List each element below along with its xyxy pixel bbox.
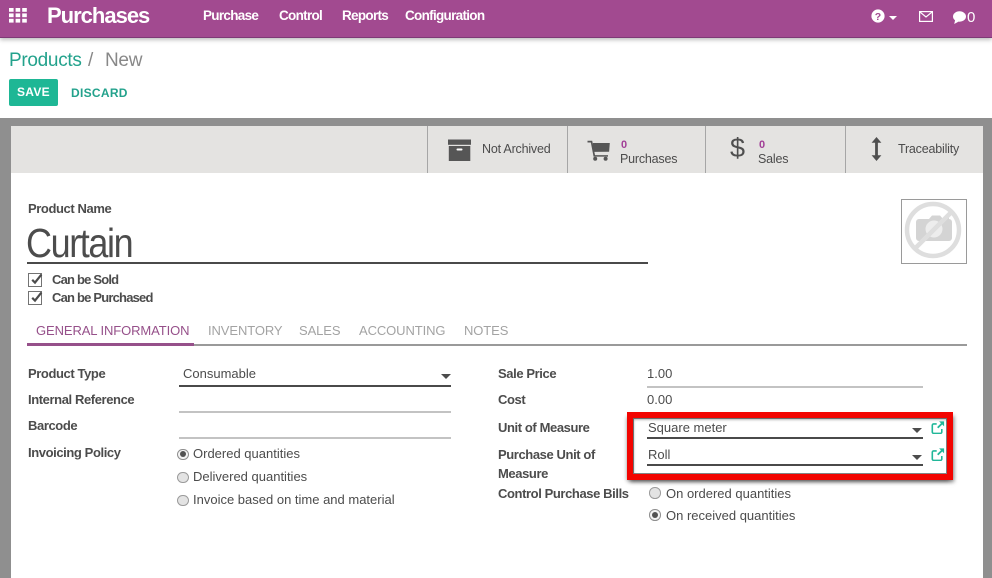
svg-text:?: ?	[875, 11, 881, 23]
